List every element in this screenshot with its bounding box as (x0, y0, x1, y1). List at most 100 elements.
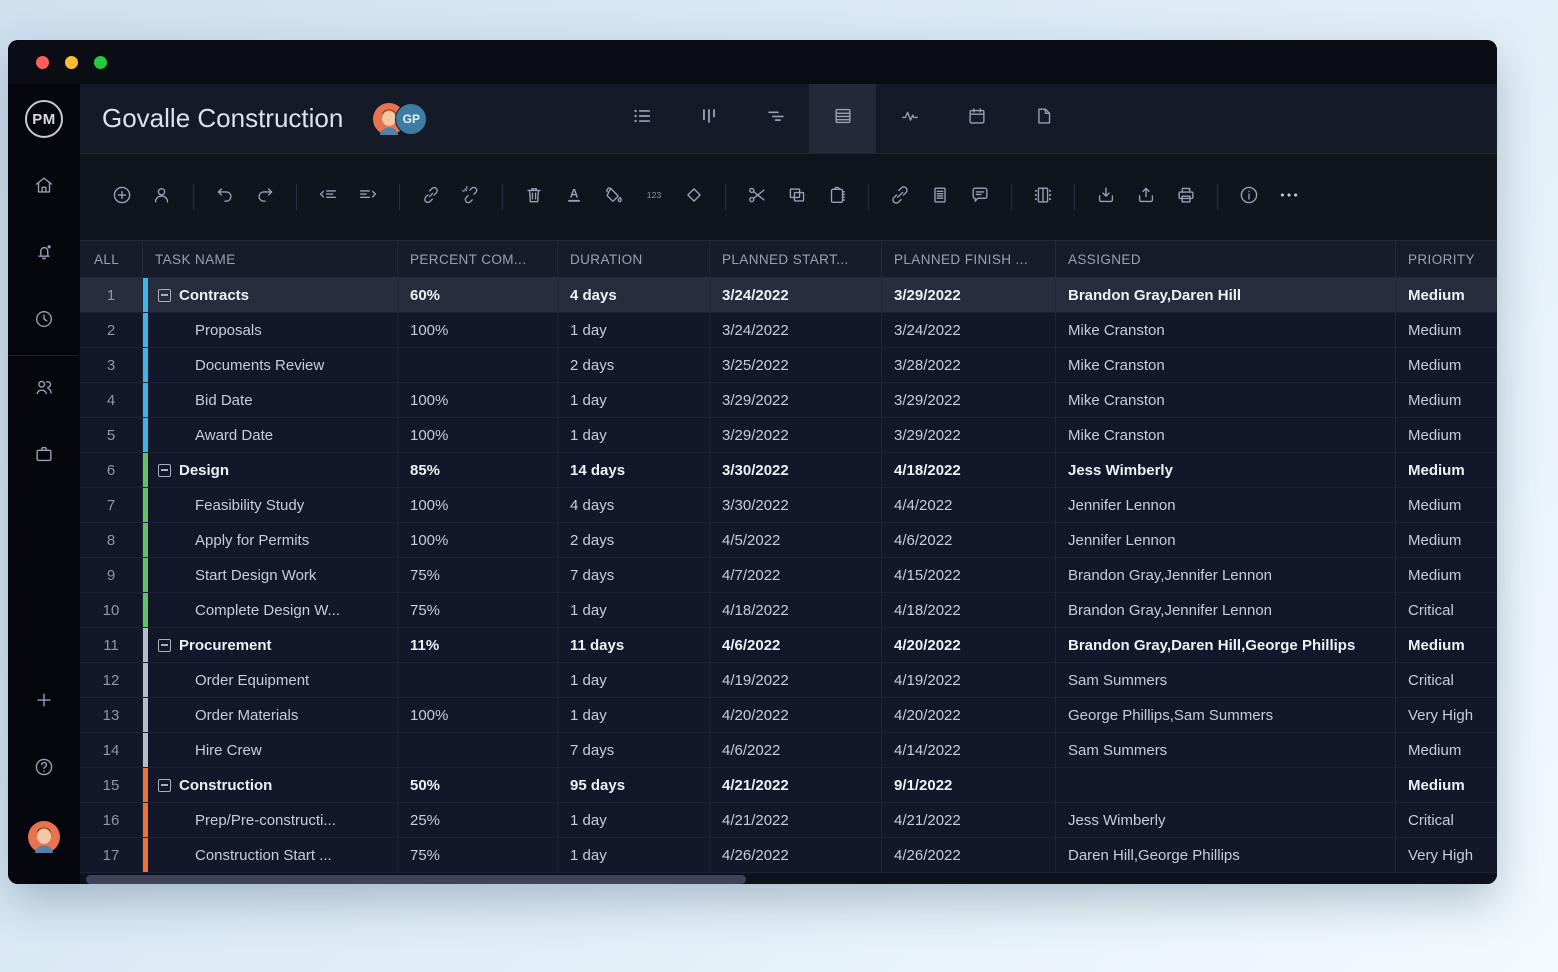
task-name-cell[interactable]: Bid Date (143, 383, 398, 417)
task-row[interactable]: 15Construction50%95 days4/21/20229/1/202… (80, 768, 1497, 803)
duration-cell[interactable]: 95 days (558, 768, 710, 802)
planned-start-cell[interactable]: 4/21/2022 (710, 803, 882, 837)
duration-cell[interactable]: 1 day (558, 838, 710, 872)
planned-start-cell[interactable]: 4/6/2022 (710, 628, 882, 662)
duration-cell[interactable]: 1 day (558, 383, 710, 417)
print-button[interactable] (1166, 177, 1206, 217)
percent-complete-cell[interactable]: 100% (398, 383, 558, 417)
pm-logo[interactable]: PM (25, 84, 63, 154)
member-avatar-badge[interactable]: GP (395, 103, 427, 135)
task-name-cell[interactable]: Order Materials (143, 698, 398, 732)
tab-board-view[interactable] (675, 84, 742, 153)
planned-start-cell[interactable]: 3/24/2022 (710, 313, 882, 347)
sidebar-item-home[interactable] (8, 154, 80, 221)
task-name-cell[interactable]: Proposals (143, 313, 398, 347)
priority-cell[interactable]: Medium (1396, 418, 1497, 452)
redo-button[interactable] (245, 177, 285, 217)
planned-start-cell[interactable]: 4/19/2022 (710, 663, 882, 697)
planned-finish-cell[interactable]: 4/4/2022 (882, 488, 1056, 522)
planned-start-cell[interactable]: 3/24/2022 (710, 278, 882, 312)
percent-complete-cell[interactable]: 100% (398, 523, 558, 557)
assigned-cell[interactable]: Brandon Gray,Jennifer Lennon (1056, 558, 1396, 592)
column-header-planned-start[interactable]: PLANNED START... (710, 241, 882, 277)
column-header-percent-complete[interactable]: PERCENT COM... (398, 241, 558, 277)
planned-start-cell[interactable]: 4/21/2022 (710, 768, 882, 802)
priority-cell[interactable]: Critical (1396, 593, 1497, 627)
percent-complete-cell[interactable] (398, 733, 558, 767)
scrollbar-thumb[interactable] (86, 875, 746, 884)
assigned-cell[interactable]: Mike Cranston (1056, 383, 1396, 417)
priority-cell[interactable]: Medium (1396, 278, 1497, 312)
help-button[interactable] (8, 736, 80, 803)
assigned-cell[interactable]: Jennifer Lennon (1056, 488, 1396, 522)
unlink-button[interactable] (451, 177, 491, 217)
priority-cell[interactable]: Medium (1396, 523, 1497, 557)
planned-start-cell[interactable]: 3/30/2022 (710, 488, 882, 522)
planned-start-cell[interactable]: 3/29/2022 (710, 418, 882, 452)
priority-cell[interactable]: Medium (1396, 383, 1497, 417)
add-button[interactable] (8, 669, 80, 736)
column-header-task-name[interactable]: TASK NAME (143, 241, 398, 277)
columns-button[interactable] (1023, 177, 1063, 217)
column-header-priority[interactable]: PRIORITY (1396, 241, 1497, 277)
task-name-cell[interactable]: Order Equipment (143, 663, 398, 697)
planned-start-cell[interactable]: 3/30/2022 (710, 453, 882, 487)
priority-cell[interactable]: Medium (1396, 558, 1497, 592)
percent-complete-cell[interactable]: 75% (398, 593, 558, 627)
percent-complete-cell[interactable]: 60% (398, 278, 558, 312)
percent-complete-cell[interactable] (398, 348, 558, 382)
planned-finish-cell[interactable]: 4/20/2022 (882, 628, 1056, 662)
milestone-button[interactable] (674, 177, 714, 217)
task-row[interactable]: 17Construction Start ...75%1 day4/26/202… (80, 838, 1497, 873)
task-name-cell[interactable]: Apply for Permits (143, 523, 398, 557)
task-row[interactable]: 1Contracts60%4 days3/24/20223/29/2022Bra… (80, 278, 1497, 313)
task-name-cell[interactable]: Design (143, 453, 398, 487)
notes-button[interactable] (920, 177, 960, 217)
task-row[interactable]: 7Feasibility Study100%4 days3/30/20224/4… (80, 488, 1497, 523)
copy-button[interactable] (777, 177, 817, 217)
collapse-icon[interactable] (158, 639, 171, 652)
duration-cell[interactable]: 2 days (558, 348, 710, 382)
tab-calendar-view[interactable] (943, 84, 1010, 153)
task-name-cell[interactable]: Construction (143, 768, 398, 802)
duration-cell[interactable]: 1 day (558, 663, 710, 697)
planned-start-cell[interactable]: 3/29/2022 (710, 383, 882, 417)
sidebar-item-timesheets[interactable] (8, 288, 80, 355)
tab-list-view[interactable] (608, 84, 675, 153)
fill-color-button[interactable] (594, 177, 634, 217)
percent-complete-cell[interactable]: 100% (398, 488, 558, 522)
planned-finish-cell[interactable]: 4/20/2022 (882, 698, 1056, 732)
task-row[interactable]: 10Complete Design W...75%1 day4/18/20224… (80, 593, 1497, 628)
tab-sheet-view[interactable] (809, 84, 876, 153)
assigned-cell[interactable] (1056, 768, 1396, 802)
priority-cell[interactable]: Critical (1396, 663, 1497, 697)
planned-start-cell[interactable]: 4/5/2022 (710, 523, 882, 557)
task-row[interactable]: 14Hire Crew7 days4/6/20224/14/2022Sam Su… (80, 733, 1497, 768)
assigned-cell[interactable]: Brandon Gray,Jennifer Lennon (1056, 593, 1396, 627)
percent-complete-cell[interactable]: 100% (398, 698, 558, 732)
attachment-button[interactable] (880, 177, 920, 217)
planned-start-cell[interactable]: 3/25/2022 (710, 348, 882, 382)
add-user-button[interactable] (142, 177, 182, 217)
planned-finish-cell[interactable]: 3/29/2022 (882, 418, 1056, 452)
priority-cell[interactable]: Medium (1396, 488, 1497, 522)
task-row[interactable]: 3Documents Review2 days3/25/20223/28/202… (80, 348, 1497, 383)
export-button[interactable] (1126, 177, 1166, 217)
planned-finish-cell[interactable]: 3/28/2022 (882, 348, 1056, 382)
duration-cell[interactable]: 1 day (558, 698, 710, 732)
planned-finish-cell[interactable]: 4/15/2022 (882, 558, 1056, 592)
percent-complete-cell[interactable]: 11% (398, 628, 558, 662)
task-row[interactable]: 11Procurement11%11 days4/6/20224/20/2022… (80, 628, 1497, 663)
planned-start-cell[interactable]: 4/26/2022 (710, 838, 882, 872)
planned-finish-cell[interactable]: 9/1/2022 (882, 768, 1056, 802)
duration-cell[interactable]: 11 days (558, 628, 710, 662)
assigned-cell[interactable]: Mike Cranston (1056, 313, 1396, 347)
priority-cell[interactable]: Very High (1396, 698, 1497, 732)
info-button[interactable] (1229, 177, 1269, 217)
close-window-button[interactable] (36, 56, 49, 69)
duration-cell[interactable]: 7 days (558, 733, 710, 767)
percent-complete-cell[interactable]: 50% (398, 768, 558, 802)
sidebar-item-notifications[interactable] (8, 221, 80, 288)
tab-docs-view[interactable] (1010, 84, 1077, 153)
assigned-cell[interactable]: Sam Summers (1056, 733, 1396, 767)
